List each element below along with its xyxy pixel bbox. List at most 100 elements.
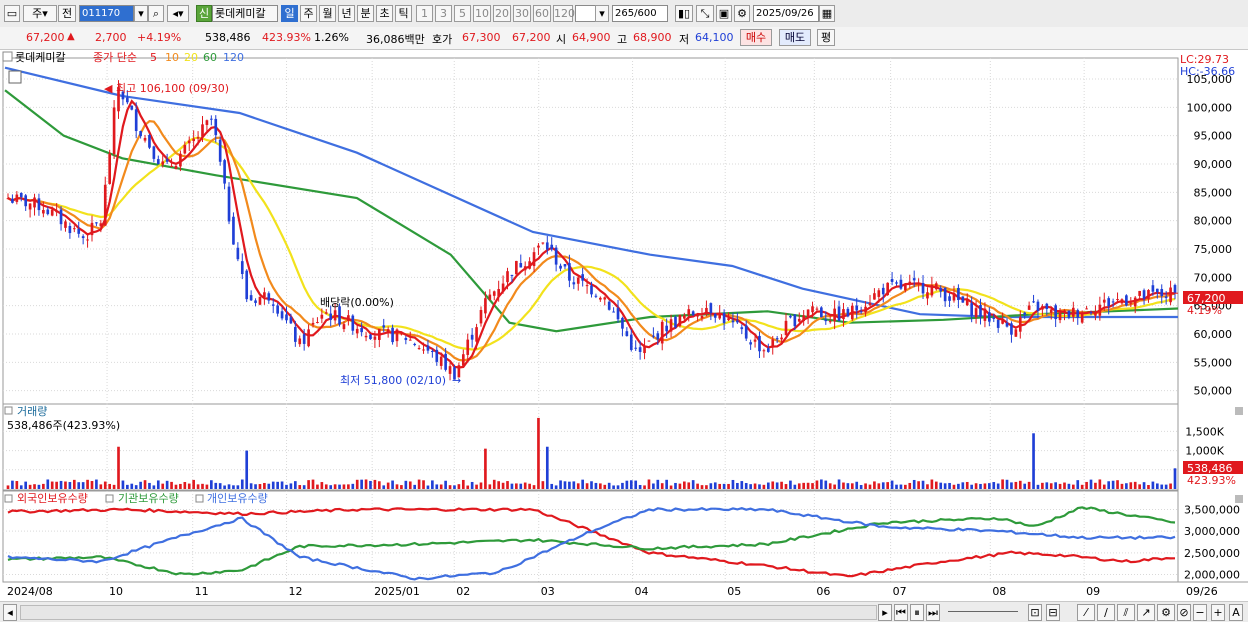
period-second[interactable]: 초 <box>376 5 393 22</box>
volume-bar <box>276 481 279 489</box>
candle-body <box>727 318 730 321</box>
volume-bar <box>307 480 310 489</box>
volume-bar <box>245 450 249 489</box>
crosshair-icon[interactable]: ⤡ <box>696 5 714 22</box>
candle-body <box>939 288 943 292</box>
window-icon[interactable]: ▭ <box>4 5 20 22</box>
volume-bar <box>510 483 514 489</box>
chart-svg[interactable]: 50,00055,00060,00065,00070,00075,00080,0… <box>0 50 1248 603</box>
x-tick-label: 10 <box>109 585 123 598</box>
interval-20[interactable]: 20 <box>493 5 511 22</box>
candle-body <box>992 317 996 319</box>
draw-channel-icon[interactable]: ⫽ <box>1117 604 1135 621</box>
candle-body <box>1041 306 1044 310</box>
save-icon[interactable]: ▣ <box>716 5 732 22</box>
holdings-panel-close-icon[interactable] <box>1235 495 1243 503</box>
volume-bar <box>33 484 36 489</box>
volume-bar <box>811 483 814 489</box>
volume-bar <box>550 483 554 489</box>
volume-bar <box>413 484 417 489</box>
plus-icon[interactable]: + <box>1211 604 1225 621</box>
zoom-in-icon[interactable]: ⊡ <box>1028 604 1042 621</box>
candle-body <box>218 139 222 162</box>
speaker-icon[interactable]: ◂▾ <box>167 5 189 22</box>
candle-body <box>683 315 686 319</box>
minus-icon[interactable]: − <box>1193 604 1207 621</box>
candle-body <box>537 245 540 248</box>
horizontal-scrollbar[interactable] <box>20 605 877 620</box>
volume-bar <box>148 482 151 489</box>
volume-bar <box>833 484 836 489</box>
period-minute[interactable]: 분 <box>357 5 374 22</box>
low-annotation: 최저 51,800 (02/10) <box>340 374 446 387</box>
interval-10[interactable]: 10 <box>473 5 491 22</box>
volume-bar <box>479 482 483 489</box>
table-icon[interactable] <box>8 70 22 84</box>
code-dropdown-icon[interactable]: ▾ <box>134 5 148 22</box>
draw-trend-icon[interactable]: ∕ <box>1097 604 1115 621</box>
candle-body <box>1151 285 1155 292</box>
last-page-icon[interactable]: ⏭ <box>926 604 940 621</box>
evaluate-button[interactable]: 평 <box>817 29 835 46</box>
volume-bar <box>899 484 903 489</box>
volume-bar <box>271 481 275 489</box>
interval-dropdown-icon[interactable]: ▾ <box>595 5 609 22</box>
volume-bar <box>24 481 28 489</box>
search-icon[interactable]: ⌕ <box>148 5 164 22</box>
interval-5[interactable]: 5 <box>454 5 471 22</box>
candle-body <box>1080 313 1084 323</box>
volume-bar <box>912 479 916 489</box>
draw-settings-icon[interactable]: ⚙ <box>1157 604 1175 621</box>
buy-button[interactable]: 매수 <box>740 29 772 46</box>
volume-bar <box>1032 433 1035 489</box>
interval-1[interactable]: 1 <box>416 5 433 22</box>
stock-code-input[interactable]: 011170 <box>79 5 134 22</box>
volume-bar <box>333 484 337 489</box>
candle-body <box>506 271 509 283</box>
candle-body <box>311 322 315 325</box>
candle-body <box>263 292 266 298</box>
institution-legend-icon <box>105 494 114 503</box>
period-month[interactable]: 월 <box>319 5 336 22</box>
sell-button[interactable]: 매도 <box>779 29 811 46</box>
scroll-left-icon[interactable]: ◂ <box>3 604 17 621</box>
candle-type-icon[interactable]: ▮▯ <box>675 5 693 22</box>
candle-body <box>276 305 279 314</box>
legend-ma120: 120 <box>223 51 244 64</box>
interval-30[interactable]: 30 <box>513 5 531 22</box>
candle-body <box>581 274 584 281</box>
calendar-icon[interactable]: ▦ <box>819 5 835 22</box>
period-year[interactable]: 년 <box>338 5 355 22</box>
period-week[interactable]: 주 <box>300 5 317 22</box>
zoom-out-icon[interactable]: ⊟ <box>1046 604 1060 621</box>
prev-button[interactable]: 전 <box>58 5 76 22</box>
volume-bar <box>143 480 147 489</box>
gear-icon[interactable]: ⚙ <box>734 5 750 22</box>
volume-panel-close-icon[interactable] <box>1235 407 1243 415</box>
period-tick[interactable]: 틱 <box>395 5 412 22</box>
pause-icon[interactable]: ⏸ <box>910 604 924 621</box>
volume-bar <box>103 481 107 489</box>
text-tool-icon[interactable]: A <box>1229 604 1243 621</box>
candle-body <box>740 327 744 330</box>
data-count[interactable]: 265/600 <box>612 5 668 22</box>
volume-bar <box>59 480 63 489</box>
zoom-slider[interactable] <box>948 611 1018 612</box>
chart-area[interactable]: 50,000 55,000 60,000 65,000 70,000 75,000 80,0… <box>0 50 1248 603</box>
period-select[interactable]: 주▾ <box>23 5 57 22</box>
period-day[interactable]: 일 <box>281 5 298 22</box>
scroll-right-icon[interactable]: ▸ <box>878 604 892 621</box>
volume-bar <box>1041 482 1044 489</box>
date-input[interactable]: 2025/09/26 <box>753 5 819 22</box>
interval-3[interactable]: 3 <box>435 5 452 22</box>
interval-120[interactable]: 120 <box>553 5 575 22</box>
volume-bar <box>868 484 872 489</box>
candle-body <box>1049 309 1053 313</box>
first-page-icon[interactable]: ⏮ <box>894 604 908 621</box>
interval-60[interactable]: 60 <box>533 5 551 22</box>
clear-drawing-icon[interactable]: ⊘ <box>1177 604 1191 621</box>
candle-body <box>103 184 107 226</box>
draw-arrow-icon[interactable]: ↗ <box>1137 604 1155 621</box>
candle-body <box>1120 299 1124 304</box>
draw-line-icon[interactable]: ⁄ <box>1077 604 1095 621</box>
